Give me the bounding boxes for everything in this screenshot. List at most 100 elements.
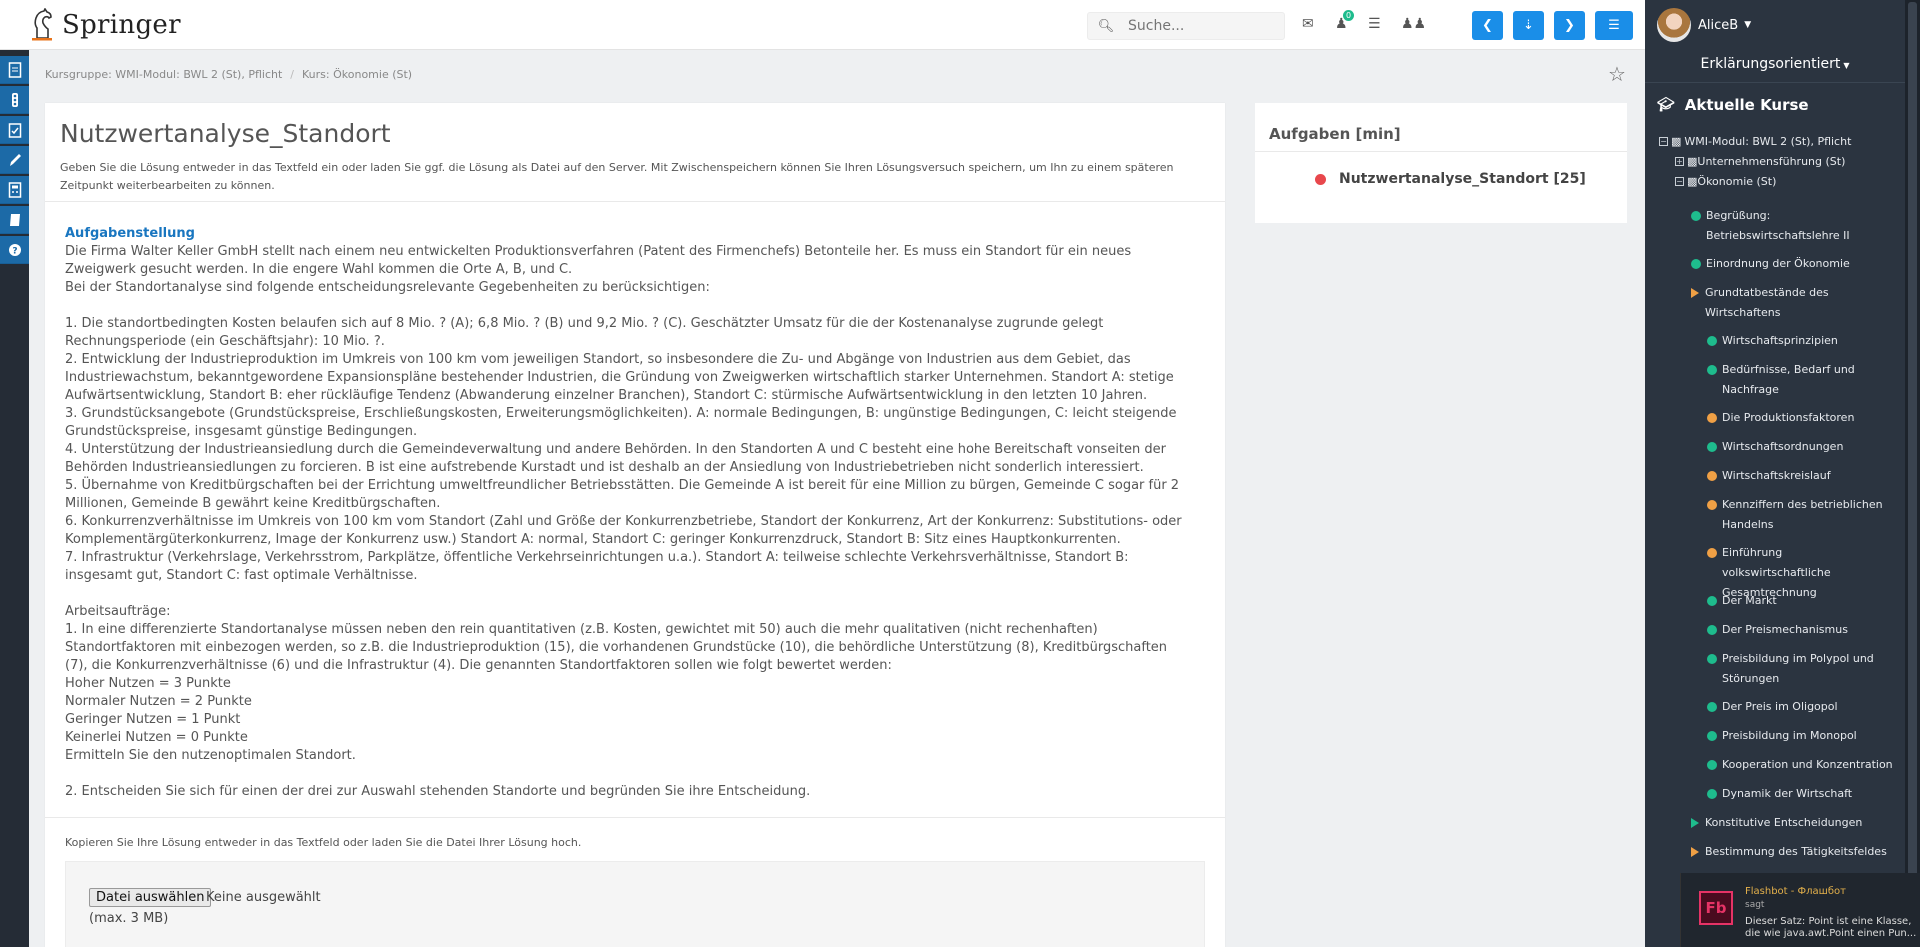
lesson-produktionsfaktoren[interactable]: Die Produktionsfaktoren [1707,408,1887,428]
lesson-grundtatbestaende[interactable]: Grundtatbestände des Wirtschaftens [1691,283,1887,323]
task-body: Die Firma Walter Keller GmbH stellt nach… [65,244,1182,799]
lesson-dynamik[interactable]: Dynamik der Wirtschaft [1707,784,1887,804]
lesson-label: Wirtschaftskreislauf [1722,469,1831,482]
status-dot-icon [1707,442,1717,452]
springer-logo[interactable]: Springer [28,6,181,44]
lesson-label: Kennziffern des betrieblichen Handelns [1722,498,1883,531]
cube-icon: ▩ [1687,175,1698,188]
favorite-star-icon[interactable]: ☆ [1608,62,1626,86]
task-description: Aufgabenstellung Die Firma Walter Keller … [65,225,1220,801]
prev-button[interactable]: ❮ [1472,11,1503,40]
help-nav-button[interactable]: ? [0,236,29,264]
traffic-light-nav-button[interactable] [0,86,29,114]
tree-node-root[interactable]: − ▩ WMI-Modul: BWL 2 (St), Pflicht [1659,132,1851,152]
task-item[interactable]: Nutzwertanalyse_Standort [25] [1315,171,1586,187]
tasks-panel: Aufgaben [min] Nutzwertanalyse_Standort … [1255,103,1627,223]
status-dot-icon [1707,625,1717,635]
task-card: Nutzwertanalyse_Standort Geben Sie die L… [45,103,1225,947]
cubes-icon: ▩ [1671,135,1682,148]
left-icon-bar: ? [0,50,29,947]
traffic-light-icon [11,92,18,107]
search-box: 🔍︎ [1087,12,1285,40]
lesson-label: Dynamik der Wirtschaft [1722,787,1853,800]
tree-node-oekonomie[interactable]: − ▩ Ökonomie (St) [1675,172,1776,192]
tree-node-label: Unternehmensführung (St) [1697,155,1846,168]
envelope-icon[interactable]: ✉ [1302,16,1314,32]
lesson-konstitutive[interactable]: Konstitutive Entscheidungen [1691,813,1887,833]
collapse-toggle-icon[interactable]: − [1659,137,1668,146]
edit-nav-button[interactable] [0,146,29,174]
lesson-label: Wirtschaftsordnungen [1722,440,1844,453]
expand-toggle-icon[interactable]: + [1675,157,1684,166]
document-nav-button[interactable] [0,56,29,84]
double-chevron-down-icon: ⇣ [1523,18,1534,33]
choose-file-button[interactable]: Datei auswählen [89,888,212,907]
lesson-wirtschaftsprinzipien[interactable]: Wirtschaftsprinzipien [1707,331,1887,351]
divider [1255,151,1627,152]
expand-down-button[interactable]: ⇣ [1513,11,1544,40]
course-sidebar: AliceB ▼ Erklärungsorientiert ▼ 🎓︎ Aktuel… [1645,0,1905,947]
breadcrumb-course[interactable]: Kurs: Ökonomie (St) [302,68,412,81]
status-dot-icon [1691,259,1701,269]
breadcrumb-course-group[interactable]: Kursgruppe: WMI-Modul: BWL 2 (St), Pflic… [45,68,282,81]
breadcrumb: Kursgruppe: WMI-Modul: BWL 2 (St), Pflic… [45,68,412,81]
lesson-begruessung[interactable]: Begrüßung: Betriebswirtschaftslehre II [1691,206,1887,246]
status-dot-icon [1707,365,1717,375]
lesson-label: Einordnung der Ökonomie [1706,257,1850,270]
lesson-label: Preisbildung im Polypol und Störungen [1722,652,1874,685]
flashbot-notification[interactable]: Fb Flashbot - Флашбот sagt Dieser Satz: … [1680,873,1920,947]
lesson-taetigkeitsfeld[interactable]: Bestimmung des Tätigkeitsfeldes [1691,842,1901,862]
lesson-beduerfnisse[interactable]: Bedürfnisse, Bedarf und Nachfrage [1707,360,1887,400]
checklist-nav-button[interactable] [0,116,29,144]
next-button[interactable]: ❯ [1554,11,1585,40]
chevron-right-icon: ❯ [1564,18,1575,33]
lesson-wirtschaftsordnungen[interactable]: Wirtschaftsordnungen [1707,437,1887,457]
lesson-kennziffern[interactable]: Kennziffern des betrieblichen Handelns [1707,495,1887,535]
graduation-cap-icon: 🎓︎ [1657,97,1675,113]
lesson-label: Der Preis im Oligopol [1722,700,1838,713]
hamburger-icon: ☰ [1608,18,1620,33]
user-menu[interactable]: AliceB ▼ [1657,8,1751,42]
group-icon[interactable]: ♟♟ [1401,16,1426,32]
search-icon[interactable]: 🔍︎ [1088,19,1124,34]
lesson-label: Preisbildung im Monopol [1722,729,1857,742]
document-icon [8,61,21,78]
status-dot-icon [1707,336,1717,346]
lesson-kooperation[interactable]: Kooperation und Konzentration [1707,755,1893,775]
page-title: Nutzwertanalyse_Standort [60,119,391,148]
collapse-toggle-icon[interactable]: − [1675,177,1684,186]
lesson-markt[interactable]: Der Markt [1707,591,1887,611]
sidebar-scrollbar[interactable] [1905,0,1920,947]
lesson-preismechanismus[interactable]: Der Preismechanismus [1707,620,1887,640]
lesson-wirtschaftskreislauf[interactable]: Wirtschaftskreislauf [1707,466,1887,486]
intro-text: Geben Sie die Lösung entweder in das Tex… [60,161,1174,192]
lesson-polypol[interactable]: Preisbildung im Polypol und Störungen [1707,649,1893,689]
toast-message: Dieser Satz: Point ist eine Klasse, die … [1745,916,1917,939]
lesson-label: Bestimmung des Tätigkeitsfeldes [1705,845,1887,858]
friend-requests-icon[interactable]: ♟ 0 [1335,10,1355,32]
caret-right-icon [1691,288,1699,298]
toast-sender: Flashbot - Флашбот [1745,886,1846,897]
lesson-monopol[interactable]: Preisbildung im Monopol [1707,726,1887,746]
lesson-oligopol[interactable]: Der Preis im Oligopol [1707,697,1887,717]
status-dot-icon [1691,211,1701,221]
svg-text:?: ? [12,246,17,256]
scrollbar-thumb[interactable] [1908,2,1917,882]
search-input[interactable] [1128,18,1278,34]
status-dot-icon [1707,596,1717,606]
file-status: Keine ausgewählt [206,890,321,905]
status-dot-icon [1315,173,1326,185]
clipboard-check-icon [8,122,21,138]
help-icon: ? [8,243,21,256]
tree-node-unternehmensfuehrung[interactable]: + ▩ Unternehmensführung (St) [1675,152,1845,172]
calculator-nav-button[interactable] [0,176,29,204]
books-nav-button[interactable] [0,206,29,234]
mode-dropdown[interactable]: Erklärungsorientiert ▼ [1645,56,1905,72]
lesson-label: Grundtatbestände des Wirtschaftens [1705,286,1829,319]
lesson-label: Bedürfnisse, Bedarf und Nachfrage [1722,363,1855,396]
status-dot-icon [1707,500,1717,510]
lesson-einordnung[interactable]: Einordnung der Ökonomie [1691,254,1887,274]
menu-button[interactable]: ☰ [1595,11,1633,40]
status-dot-icon [1707,731,1717,741]
list-indent-icon[interactable]: ☰ [1368,16,1381,32]
